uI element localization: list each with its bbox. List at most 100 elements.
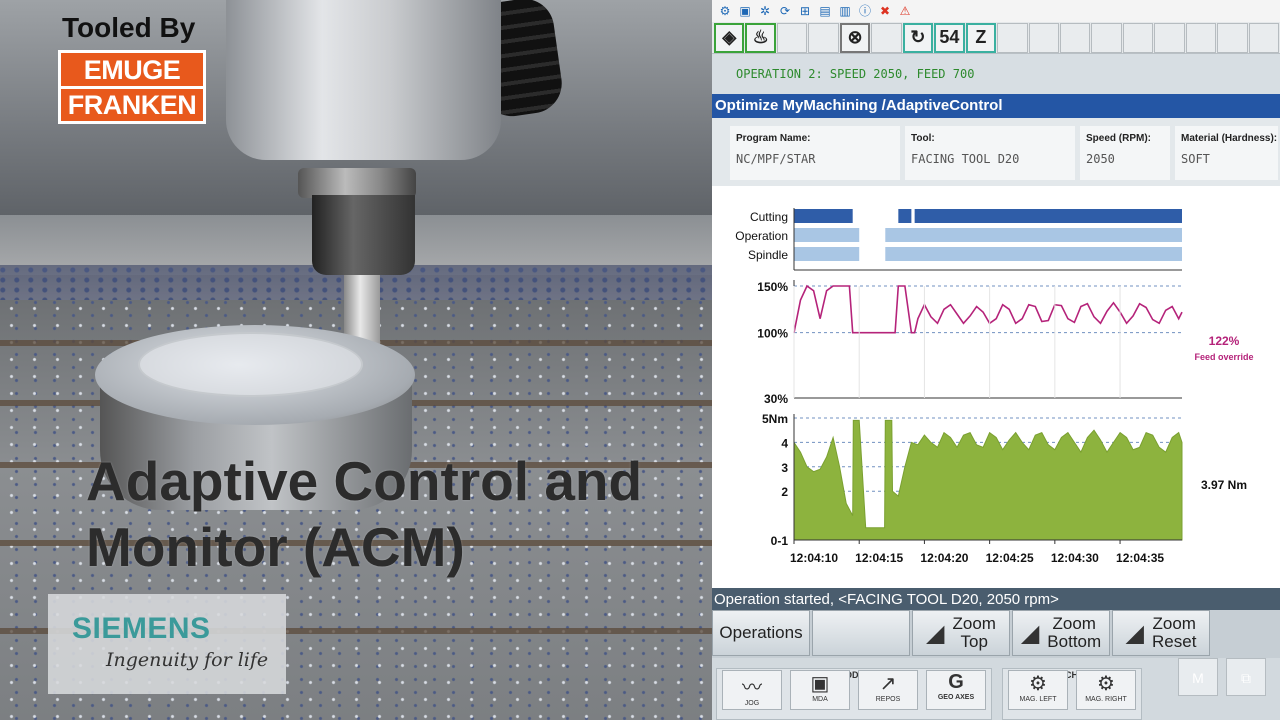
tool-box: Tool: FACING TOOL D20: [905, 126, 1075, 180]
torque-current-value: 3.97 Nm: [1201, 478, 1247, 492]
close-icon[interactable]: ✖: [878, 4, 892, 18]
feed-y-tick: 100%: [757, 327, 788, 341]
softkey-bar: Operations ◢ Zoom Top ◢ Zoom Bottom ◢ Zoom…: [712, 610, 1280, 658]
spindle-head: [226, 0, 501, 160]
mag-right-button[interactable]: ⚙ MAG. RIGHT: [1076, 670, 1136, 710]
axis-display: Z: [965, 22, 997, 53]
torque-y-tick: 2: [781, 485, 788, 499]
alert-icon[interactable]: ⚠: [898, 4, 912, 18]
monitor-chart: Cutting Operation Spindle 150% 100% 30% 122% Fe…: [735, 208, 1254, 565]
x-tick-label: 12:04:35: [1116, 551, 1164, 565]
operations-button[interactable]: Operations: [712, 610, 810, 656]
info-icon[interactable]: ⓘ: [858, 4, 872, 18]
toolbar-slot: [1122, 22, 1154, 53]
mda-button[interactable]: ▣ MDA: [790, 670, 850, 710]
siemens-name: SIEMENS: [72, 612, 211, 645]
headline-line-1: Adaptive Control and: [86, 450, 643, 512]
program-name-box: Program Name: NC/MPF/STAR: [730, 126, 900, 180]
feed-hold-icon[interactable]: ⊗: [839, 22, 871, 53]
toolbar-slot: [1217, 22, 1248, 53]
toolbar-slot: [1154, 22, 1185, 53]
speed-label: Speed (RPM):: [1086, 133, 1151, 144]
toolbar-slot: [1060, 22, 1091, 53]
toolbar-slot: [997, 22, 1028, 53]
spindle-status-icon[interactable]: ♨: [745, 22, 776, 53]
info-row: Program Name: NC/MPF/STAR Tool: FACING T…: [712, 118, 1280, 186]
operation-banner: OPERATION 2: SPEED 2050, FEED 700: [712, 54, 1280, 94]
feed-y-tick: 30%: [764, 392, 788, 406]
siemens-tagline: Ingenuity for life: [106, 649, 269, 671]
m-key-button[interactable]: M: [1178, 658, 1218, 696]
maximize-icon[interactable]: ▣: [738, 4, 752, 18]
feed-current-label: Feed override: [1194, 352, 1253, 362]
toolbar-slot: [1091, 22, 1122, 53]
refresh-icon[interactable]: ⟳: [778, 4, 792, 18]
jog-button[interactable]: 〰 JOG: [722, 670, 782, 710]
torque-y-tick: 4: [781, 436, 788, 450]
toolbar-slot: [1028, 22, 1059, 53]
window-titlebar: ⚙ ▣ ✲ ⟳ ⊞ ▤ ▥ ⓘ ✖ ⚠: [712, 0, 1280, 22]
material-box: Material (Hardness): SOFT: [1175, 126, 1278, 180]
toolbar-slot: [776, 22, 808, 53]
torque-y-tick: 3: [781, 461, 788, 475]
panel-title: Optimize MyMachining /AdaptiveControl: [712, 94, 1280, 118]
status-bar-cutting: [914, 209, 1182, 223]
torque-area: [793, 419, 1183, 541]
zoom-chart-icon: ◢: [926, 619, 945, 647]
empty-softkey[interactable]: [812, 610, 910, 656]
feed-current-value: 122%: [1209, 334, 1240, 348]
document-icon[interactable]: ▤: [818, 4, 832, 18]
gear-icon[interactable]: ✲: [758, 4, 772, 18]
zoom-reset-label: Zoom Reset: [1152, 614, 1197, 651]
program-start-icon[interactable]: ◈: [714, 22, 745, 53]
status-bar-spindle: [794, 247, 860, 261]
emuge-franken-logo: EMUGE FRANKEN: [58, 50, 206, 124]
status-toolbar: ◈ ♨ ⊗ ↻ 54 Z: [712, 22, 1280, 54]
speed-value: 2050: [1086, 152, 1115, 166]
geo-axes-button[interactable]: G GEO AXES: [926, 670, 986, 710]
tool-holder: [312, 195, 415, 275]
zoom-top-button[interactable]: ◢ Zoom Top: [912, 610, 1010, 656]
siemens-logo: SIEMENS Ingenuity for life: [48, 594, 286, 694]
torque-y-tick: 5Nm: [762, 412, 788, 426]
status-row-label: Operation: [735, 229, 788, 243]
workpiece-face: [138, 332, 363, 397]
softkey-spacer: [1212, 610, 1280, 656]
settings-icon[interactable]: ⚙: [718, 4, 732, 18]
video-headline: Adaptive Control and Monitor (ACM): [86, 448, 642, 580]
x-tick-label: 12:04:30: [1051, 551, 1099, 565]
status-line: Operation started, <FACING TOOL D20, 205…: [712, 588, 1280, 610]
rotation-icon[interactable]: ↻: [902, 22, 934, 53]
x-tick-label: 12:04:10: [790, 551, 838, 565]
counter-display: 54: [934, 22, 965, 53]
program-name-label: Program Name:: [736, 133, 811, 144]
hmi-panel: ⚙ ▣ ✲ ⟳ ⊞ ▤ ▥ ⓘ ✖ ⚠ ◈ ♨ ⊗ ↻ 54 Z OPERATI…: [712, 0, 1280, 720]
chart-icon[interactable]: ▥: [838, 4, 852, 18]
x-tick-label: 12:04:25: [986, 551, 1034, 565]
material-label: Material (Hardness):: [1181, 133, 1278, 144]
toolbar-slot: [1185, 22, 1217, 53]
monitor-chart-area: Cutting Operation Spindle 150% 100% 30% 122% Fe…: [712, 186, 1280, 588]
status-row-label: Cutting: [750, 210, 788, 224]
tool-value: FACING TOOL D20: [911, 152, 1020, 166]
status-bar-spindle: [885, 247, 1182, 261]
torque-y-tick: 0-1: [771, 534, 789, 548]
logo-line-2: FRANKEN: [67, 89, 197, 120]
zoom-top-label: Zoom Top: [952, 614, 996, 651]
zoom-chart-icon: ◢: [1125, 619, 1145, 647]
zoom-chart-icon: ◢: [1020, 619, 1040, 647]
tooled-by-text: Tooled By: [62, 12, 196, 43]
zoom-bottom-label: Zoom Bottom: [1047, 614, 1102, 651]
window-switch-button[interactable]: ⧉: [1226, 658, 1266, 696]
zoom-reset-button[interactable]: ◢ Zoom Reset: [1112, 610, 1210, 656]
spindle-collar: [298, 168, 416, 198]
mag-left-button[interactable]: ⚙ MAG. LEFT: [1008, 670, 1068, 710]
headline-line-2: Monitor (ACM): [86, 516, 465, 578]
video-frame: Tooled By EMUGE FRANKEN Adaptive Control…: [0, 0, 712, 720]
repos-button[interactable]: ↗ REPOS: [858, 670, 918, 710]
speed-box: Speed (RPM): 2050: [1080, 126, 1170, 180]
zoom-bottom-button[interactable]: ◢ Zoom Bottom: [1012, 610, 1110, 656]
status-bar-cutting: [794, 209, 853, 223]
windows-icon[interactable]: ⊞: [798, 4, 812, 18]
material-value: SOFT: [1181, 152, 1210, 166]
